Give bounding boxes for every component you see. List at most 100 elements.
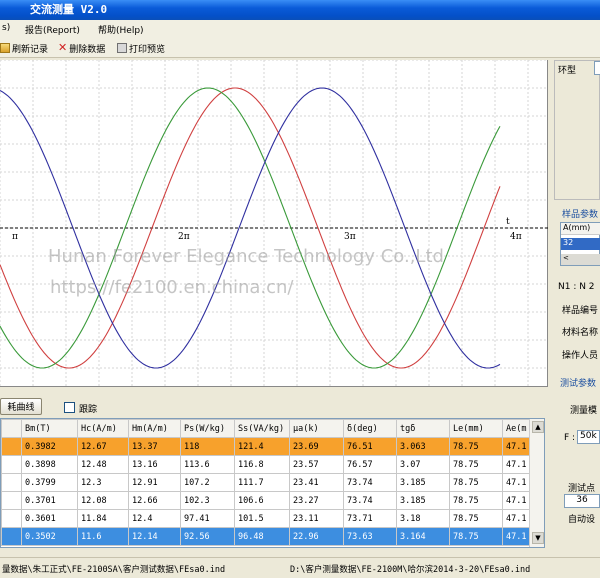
column-header[interactable]: Ss(VA/kg) xyxy=(234,419,290,438)
table-cell: 12.67 xyxy=(77,437,129,456)
column-header[interactable]: μa(k) xyxy=(289,419,344,438)
refresh-button[interactable]: 刷新记录 xyxy=(0,41,48,55)
table-cell: 78.75 xyxy=(449,491,503,510)
table-row[interactable]: 0.3701 12.08 12.66 102.3 106.6 23.27 73.74 3.18… xyxy=(1,491,530,510)
table-cell: 97.41 xyxy=(180,509,235,528)
measure-mode-label: 测量模 xyxy=(570,406,598,416)
table-cell: 73.74 xyxy=(343,473,397,492)
menu-item-system[interactable]: s) xyxy=(2,23,10,33)
auto-set-label[interactable]: 自动设 xyxy=(568,512,595,525)
table-cell xyxy=(1,491,22,510)
status-bar: 量数据\朱工正式\FE-2100SA\客户测试数据\FEsa0.ind D:\客… xyxy=(0,557,600,578)
table-cell: 73.71 xyxy=(343,509,397,528)
a-mm-value[interactable]: 32 xyxy=(561,238,600,250)
table-row[interactable]: 0.3898 12.48 13.16 113.6 116.8 23.57 76.57 3.07… xyxy=(1,455,530,474)
table-cell: 118 xyxy=(180,437,235,456)
a-mm-header: A(mm) xyxy=(561,223,600,235)
column-header[interactable]: Hm(A/m) xyxy=(128,419,181,438)
x-tick-label: 4π xyxy=(510,232,522,242)
window-title-bar: 交流测量 V2.0 xyxy=(0,0,600,20)
table-row[interactable]: 0.3502 11.6 12.14 92.56 96.48 22.96 73.63 3.164… xyxy=(1,527,530,546)
ring-type-label: 环型 xyxy=(558,66,577,76)
column-header[interactable]: δ(deg) xyxy=(343,419,397,438)
table-cell: 12.91 xyxy=(128,473,181,492)
table-cell: 0.3601 xyxy=(21,509,78,528)
table-vertical-scrollbar[interactable]: ▲ ▼ xyxy=(529,419,544,547)
track-checkbox[interactable] xyxy=(64,402,75,413)
column-header[interactable]: tgδ xyxy=(396,419,450,438)
table-cell: 0.3799 xyxy=(21,473,78,492)
table-row[interactable]: 0.3601 11.84 12.4 97.41 101.5 23.11 73.71 3.18 7… xyxy=(1,509,530,528)
delete-data-button[interactable]: ✕ 删除数据 xyxy=(58,41,105,55)
turns-ratio-label: N1 : N 2 xyxy=(558,282,595,292)
ring-type-select[interactable] xyxy=(594,61,600,75)
test-points-label: 测试点 xyxy=(568,484,596,494)
table-cell: 12.48 xyxy=(77,455,129,474)
scroll-down-icon[interactable]: ▼ xyxy=(532,532,544,544)
x-tick-label: 3π xyxy=(344,232,356,242)
toolbar: 刷新记录 ✕ 删除数据 打印预览 xyxy=(0,38,600,58)
menu-item-report[interactable]: 报告(Report) xyxy=(25,23,80,36)
table-cell: 73.74 xyxy=(343,491,397,510)
column-header[interactable]: Ps(W/kg) xyxy=(180,419,235,438)
table-cell: 3.185 xyxy=(396,491,450,510)
print-label: 打印预览 xyxy=(129,44,166,55)
loss-curve-button[interactable]: 耗曲线 xyxy=(0,398,42,415)
material-label: 材料名称 xyxy=(562,328,599,338)
sample-params-label: 样品参数 xyxy=(562,210,599,220)
test-points-input[interactable]: 36 xyxy=(564,494,600,508)
table-cell: 12.3 xyxy=(77,473,129,492)
table-cell: 12.14 xyxy=(128,527,181,546)
scroll-up-icon[interactable]: ▲ xyxy=(532,421,544,433)
table-cell xyxy=(1,527,22,546)
table-cell: 11.6 xyxy=(77,527,129,546)
table-cell: 107.2 xyxy=(180,473,235,492)
table-header-row: Bm(T) Hc(A/m) Hm(A/m) Ps(W/kg) Ss(VA/kg) μa(k… xyxy=(1,419,530,438)
test-points-value: 36 xyxy=(576,495,588,505)
operator-label: 操作人员 xyxy=(562,351,599,361)
status-right-path: D:\客户测量数据\FE-2100M\哈尔滨2014-3-20\FEsa0.in… xyxy=(290,565,531,575)
table-cell: 0.3898 xyxy=(21,455,78,474)
column-header[interactable]: Le(mm) xyxy=(449,419,503,438)
menu-bar: s) 报告(Report) 帮助(Help) xyxy=(0,20,600,38)
delete-label: 删除数据 xyxy=(69,44,106,55)
table-cell: 73.63 xyxy=(343,527,397,546)
table-cell: 12.4 xyxy=(128,509,181,528)
menu-item-help[interactable]: 帮助(Help) xyxy=(98,23,144,36)
table-cell: 47.1 xyxy=(502,491,530,510)
table-cell xyxy=(1,437,22,456)
table-cell: 78.75 xyxy=(449,527,503,546)
print-preview-button[interactable]: 打印预览 xyxy=(117,41,165,55)
table-cell: 23.11 xyxy=(289,509,344,528)
frequency-input[interactable]: 50k xyxy=(577,430,600,444)
sample-dimension-list[interactable]: A(mm) 32 < xyxy=(560,222,600,266)
sample-no-label: 样品编号 xyxy=(562,306,599,316)
frequency-label: F : xyxy=(564,433,576,443)
table-cell: 78.75 xyxy=(449,455,503,474)
column-header[interactable]: Hc(A/m) xyxy=(77,419,129,438)
right-panel: 环型 样品参数 A(mm) 32 < N1 : N 2 样品编号 材料名称 操作… xyxy=(550,60,600,560)
column-header[interactable]: Ae(m xyxy=(502,419,530,438)
table-cell: 0.3982 xyxy=(21,437,78,456)
controls-row: 耗曲线 跟踪 xyxy=(0,396,548,416)
x-tick-label: 2π xyxy=(178,232,190,242)
table-row[interactable]: 0.3982 12.67 13.37 118 121.4 23.69 76.51 3.063 7… xyxy=(1,437,530,456)
table-cell: 3.063 xyxy=(396,437,450,456)
table-cell: 12.08 xyxy=(77,491,129,510)
table-cell: 47.1 xyxy=(502,509,530,528)
window-title: 交流测量 V2.0 xyxy=(30,3,108,16)
loss-curve-label: 耗曲线 xyxy=(7,403,35,413)
axis-label-t: t xyxy=(506,217,510,227)
column-header[interactable] xyxy=(1,419,22,438)
table-cell xyxy=(1,473,22,492)
table-row[interactable]: 0.3799 12.3 12.91 107.2 111.7 23.41 73.74 3.185… xyxy=(1,473,530,492)
table-cell: 92.56 xyxy=(180,527,235,546)
table-cell: 47.1 xyxy=(502,473,530,492)
table-cell: 22.96 xyxy=(289,527,344,546)
table-cell: 101.5 xyxy=(234,509,290,528)
table-cell: 47.1 xyxy=(502,437,530,456)
table-cell: 96.48 xyxy=(234,527,290,546)
table-cell: 23.27 xyxy=(289,491,344,510)
hscroll-left-arrow-icon[interactable]: < xyxy=(561,254,600,265)
column-header[interactable]: Bm(T) xyxy=(21,419,78,438)
